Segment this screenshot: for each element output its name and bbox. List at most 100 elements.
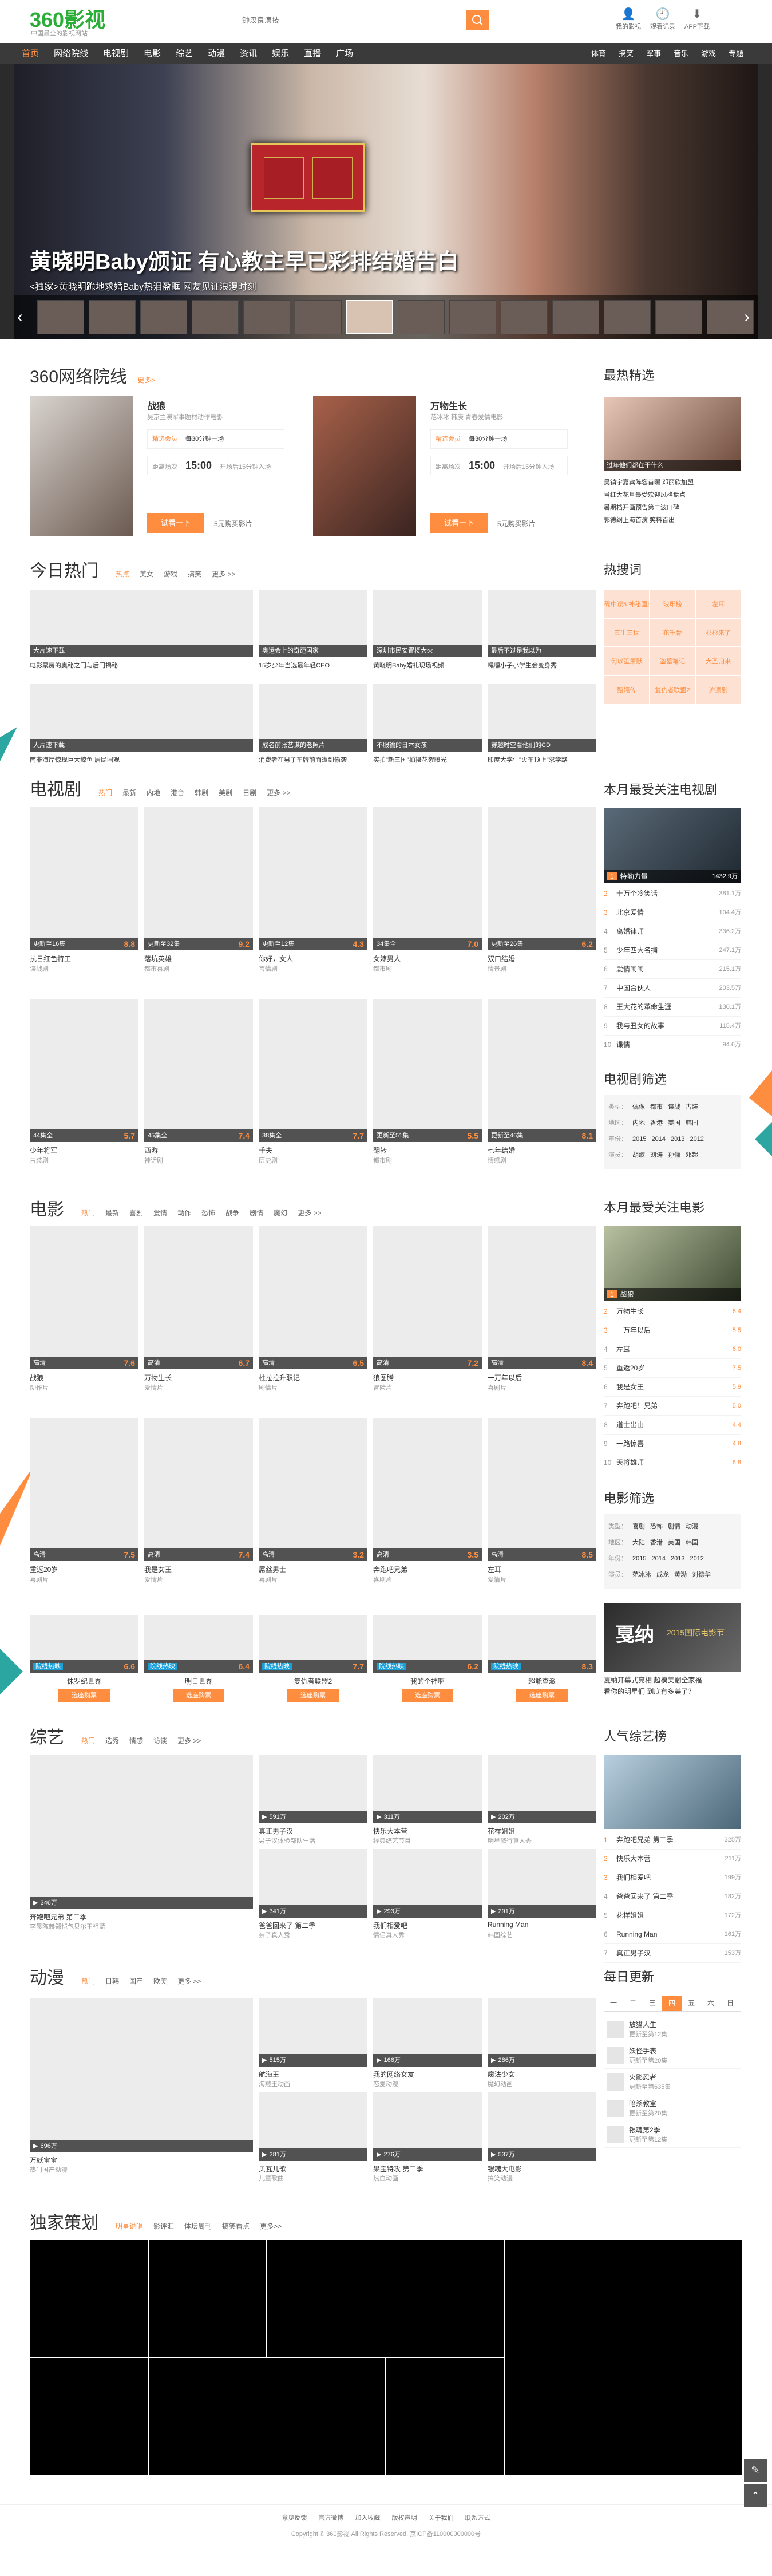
filter-option[interactable]: 韩国 (686, 1120, 698, 1127)
today-card[interactable]: 不服输的日本女孩 实拍"新三国"拍摄花絮曝光 (373, 684, 482, 770)
tv-card[interactable]: 45集全 7.4 西游 神话剧 (144, 999, 253, 1171)
banner-subline[interactable]: <独家>黄晓明跪地求婚Baby热泪盈眶 网友见证浪漫时刻 (30, 279, 256, 293)
banner-headline[interactable]: 黄晓明Baby颁证 有心教主早已彩排结婚告白 (30, 244, 458, 275)
buy-ticket-button[interactable]: 选座购票 (173, 1689, 224, 1702)
variety-card[interactable]: ▶ 202万 花样姐姐 明星旅行真人秀 (488, 1755, 596, 1846)
rank-item[interactable]: 5 花样姐姐 172万 (604, 1906, 741, 1925)
filter-option[interactable]: 偶像 (632, 1104, 645, 1111)
footer-link[interactable]: 联系方式 (465, 2515, 490, 2522)
rank-item[interactable]: 4 离婚律师 336.2万 (604, 922, 741, 941)
day-tab[interactable]: 日 (720, 1996, 740, 2011)
nav-right-item[interactable]: 搞笑 (619, 43, 634, 64)
anime-card[interactable]: ▶ 166万 我的网络女友 恋爱动漫 (373, 1998, 482, 2089)
filter-option[interactable]: 2015 (632, 1555, 646, 1562)
daily-item[interactable]: 妖怪手表 更新至第20集 (604, 2042, 741, 2069)
tab-item[interactable]: 最新 (122, 788, 136, 797)
nav-right-item[interactable]: 专题 (729, 43, 743, 64)
tab-item[interactable]: 欧美 (153, 1976, 167, 1986)
variety-card[interactable]: ▶ 293万 我们相爱吧 情侣真人秀 (373, 1849, 482, 1941)
today-card[interactable]: 穿越时空看他们的CD 印度大学生"火车顶上"求学路 (488, 684, 596, 770)
tv-card[interactable]: 更新至16集 8.8 抗日红色特工 谍战剧 (30, 807, 138, 979)
today-card[interactable]: 大片速下载 南非海岸惊现巨大鲸鱼 居民围观 (30, 684, 253, 770)
movie-hot-card[interactable]: 院线热映 6.2 我的个神啊 选座购票 (373, 1615, 482, 1713)
daily-item[interactable]: 银魂第2季 更新至第12集 (604, 2121, 741, 2148)
nav-item[interactable]: 首页 (22, 43, 39, 64)
buy-ticket-button[interactable]: 选座购票 (287, 1689, 339, 1702)
hot-search-word[interactable]: 复仇者联盟2 (650, 675, 695, 704)
tab-item[interactable]: 热门 (81, 1208, 95, 1218)
header-user-link[interactable]: 👤 我的影视 (611, 7, 646, 31)
tab-item[interactable]: 爱情 (153, 1208, 167, 1218)
tv-card[interactable]: 44集全 5.7 少年将军 古装剧 (30, 999, 138, 1171)
tab-item[interactable]: 游戏 (164, 569, 177, 579)
filter-option[interactable]: 美国 (668, 1120, 680, 1127)
rank-item[interactable]: 9 一路惊喜 4.8 (604, 1435, 741, 1453)
movie-card[interactable]: 高清 7.6 战狼 动作片 (30, 1226, 138, 1398)
tv-card[interactable]: 34集全 7.0 女嫁男人 都市剧 (373, 807, 482, 979)
footer-link[interactable]: 官方微博 (319, 2515, 344, 2522)
ad-caption-2[interactable]: 看你的明星们 到底有多美了？ (604, 1686, 741, 1696)
filter-option[interactable]: 成龙 (656, 1571, 669, 1578)
cinema-more-link[interactable]: 更多> (137, 376, 155, 384)
anime-card[interactable]: ▶ 286万 魔法少女 魔幻动画 (488, 1998, 596, 2089)
search-button[interactable] (466, 10, 489, 30)
tab-item[interactable]: 选秀 (105, 1736, 119, 1745)
rank-item[interactable]: 6 Running Man 161万 (604, 1925, 741, 1944)
movie-card[interactable]: 高清 8.4 一万年以后 喜剧片 (488, 1226, 596, 1398)
filter-option[interactable]: 美国 (668, 1539, 680, 1546)
header-download-link[interactable]: ⬇ APP下载 (680, 7, 714, 31)
day-tab[interactable]: 五 (682, 1996, 701, 2011)
variety-card[interactable]: ▶ 341万 爸爸回来了 第二季 亲子真人秀 (259, 1849, 367, 1941)
search-input[interactable] (235, 10, 464, 30)
anime-card[interactable]: ▶ 696万 万妖宝宝 热门国产动漫 (30, 1998, 253, 2175)
tv-card[interactable]: 更新至32集 9.2 落坑英雄 都市喜剧 (144, 807, 253, 979)
banner-thumb[interactable] (449, 300, 496, 334)
banner-thumb[interactable] (398, 300, 445, 334)
tv-card[interactable]: 更新至46集 8.1 七年结婚 情感剧 (488, 999, 596, 1171)
hot-pick-item[interactable]: 暑期档开画预告第二波口碑 (604, 501, 741, 514)
tab-item[interactable]: 最新 (105, 1208, 119, 1218)
today-card[interactable]: 大片速下载 电影票房的奥秘之门与后门揭秘 (30, 590, 253, 675)
movie-card[interactable]: 高清 7.4 我是女王 爱情片 (144, 1418, 253, 1590)
filter-option[interactable]: 恐怖 (650, 1523, 663, 1530)
banner-thumb[interactable] (346, 300, 393, 334)
nav-right-item[interactable]: 军事 (646, 43, 661, 64)
variety-card[interactable]: ▶ 346万 奔跑吧兄弟 第二季 李晨陈赫郑恺包贝尔王祖蓝 (30, 1755, 253, 1932)
filter-option[interactable]: 内地 (632, 1120, 645, 1127)
hot-search-word[interactable]: 何以笙箫默 (604, 647, 650, 675)
nav-right-item[interactable]: 音乐 (674, 43, 688, 64)
filter-option[interactable]: 2012 (690, 1555, 703, 1562)
rank-item[interactable]: 4 爸爸回来了 第二季 182万 (604, 1887, 741, 1906)
tab-item[interactable]: 影评汇 (153, 2221, 174, 2231)
rank-item[interactable]: 7 真正男子汉 153万 (604, 1944, 741, 1963)
hot-search-word[interactable]: 花千骨 (650, 618, 695, 647)
nav-item[interactable]: 网络院线 (54, 43, 88, 64)
nav-item[interactable]: 资讯 (240, 43, 257, 64)
cinema-name[interactable]: 战狼 (147, 398, 165, 412)
cinema-name[interactable]: 万物生长 (430, 398, 467, 412)
anime-card[interactable]: ▶ 515万 航海王 海贼王动画 (259, 1998, 367, 2089)
movie-card[interactable]: 高清 6.5 杜拉拉升职记 剧情片 (259, 1226, 367, 1398)
filter-option[interactable]: 古装 (686, 1104, 698, 1111)
hot-pick-item[interactable]: 郭德纲上海首演 笑料百出 (604, 514, 741, 527)
hot-pick-item[interactable]: 吴镇宇嘉宾阵容首曝 邓丽欣加盟 (604, 476, 741, 489)
tab-item[interactable]: 热门 (98, 788, 112, 797)
buy-ticket-button[interactable]: 选座购票 (516, 1689, 568, 1702)
variety-card[interactable]: ▶ 591万 真正男子汉 男子汉体验部队生活 (259, 1755, 367, 1846)
hot-search-word[interactable]: 琅琊榜 (650, 590, 695, 618)
rank-item[interactable]: 8 王大花的革命生涯 130.1万 (604, 998, 741, 1017)
banner-thumb[interactable] (655, 300, 702, 334)
filter-option[interactable]: 剧情 (668, 1523, 680, 1530)
anime-card[interactable]: ▶ 276万 果宝特攻 第二季 热血动画 (373, 2092, 482, 2184)
tab-item[interactable]: 国产 (129, 1976, 143, 1986)
filter-option[interactable]: 喜剧 (632, 1523, 645, 1530)
tab-item[interactable]: 内地 (147, 788, 160, 797)
rank-item[interactable]: 3 我们相爱吧 199万 (604, 1868, 741, 1887)
buy-link[interactable]: 5元购买影片 (214, 519, 252, 528)
banner-thumb[interactable] (140, 300, 187, 334)
filter-option[interactable]: 2014 (651, 1555, 665, 1562)
filter-option[interactable]: 刘德华 (692, 1571, 711, 1578)
hot-search-word[interactable]: 碟中谍5:神秘国度 (604, 590, 650, 618)
tab-item[interactable]: 更多 >> (267, 788, 290, 797)
rank-item[interactable]: 6 我是女王 5.9 (604, 1378, 741, 1397)
